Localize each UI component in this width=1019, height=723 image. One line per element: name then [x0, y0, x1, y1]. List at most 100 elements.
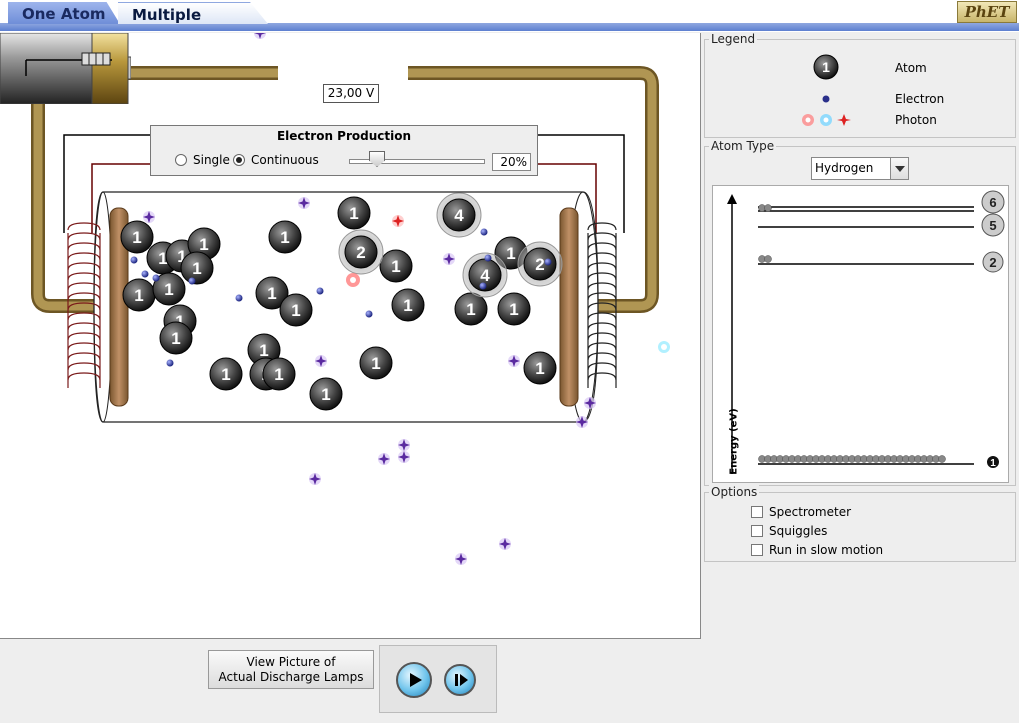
legend-electron-label: Electron: [895, 92, 945, 106]
tube-atom: 1: [159, 321, 193, 355]
tube-atom-label: 1: [466, 300, 475, 319]
legend-atom-label: Atom: [895, 61, 927, 75]
tube-atom: 1: [180, 251, 214, 285]
photon: [499, 538, 511, 550]
tab-multiple-atoms[interactable]: Multiple Atoms: [118, 2, 268, 24]
energy-axis-label: Energy (eV): [728, 408, 740, 475]
electron: [480, 228, 488, 236]
chevron-down-icon[interactable]: [890, 158, 908, 179]
spectrometer-checkbox[interactable]: [751, 506, 763, 518]
tube-atom-label: 2: [356, 243, 365, 262]
legend-photon-label: Photon: [895, 113, 937, 127]
tube-atom: 1: [523, 351, 557, 385]
continuous-radio[interactable]: [233, 154, 245, 166]
tube-atom: 1: [120, 220, 154, 254]
tube-atom-label: 1: [535, 359, 544, 378]
electron: [365, 310, 373, 318]
electron: [484, 254, 492, 262]
tube-atom-label: 2: [535, 255, 544, 274]
photon: [443, 253, 455, 265]
tab-bar-divider: [0, 23, 1019, 31]
atom-type-select[interactable]: Hydrogen: [811, 157, 909, 180]
tube-atom-label: 1: [371, 354, 380, 373]
level-5-badge: 5: [989, 218, 996, 233]
svg-text:1: 1: [822, 59, 830, 75]
electron: [479, 282, 487, 290]
single-radio-option[interactable]: Single: [175, 153, 230, 167]
electron-rate-field[interactable]: 20%: [492, 153, 531, 171]
step-icon: [455, 674, 468, 686]
photon-red-glow: [346, 273, 360, 287]
energy-level-diagram: 5 6 2 1 Energy (eV): [712, 185, 1009, 483]
squiggles-option[interactable]: Squiggles: [751, 524, 827, 538]
tube-atom: 1: [209, 357, 243, 391]
right-electrode: [559, 207, 579, 407]
tube-atom: 1: [497, 292, 531, 326]
photon: [584, 397, 596, 409]
photon: [455, 553, 467, 565]
level-2-badge: 2: [989, 255, 996, 270]
tube-atom-label: 1: [506, 244, 515, 263]
electron: [316, 287, 324, 295]
electron: [166, 359, 174, 367]
tube-atom-label: 1: [259, 341, 268, 360]
simulation-canvas: 11111111111111111111111112244 23,00 V El…: [0, 33, 701, 639]
tube-atom: 2: [338, 229, 384, 275]
battery[interactable]: [0, 33, 131, 104]
options-title: Options: [709, 485, 760, 499]
tube-atom-label: 1: [509, 300, 518, 319]
atom-type-selected: Hydrogen: [815, 161, 874, 175]
tube-atom-label: 1: [164, 280, 173, 299]
slow-motion-checkbox[interactable]: [751, 544, 763, 556]
tube-atom: 4: [436, 192, 482, 238]
phet-logo[interactable]: PhET: [957, 1, 1017, 23]
photon: [143, 211, 155, 223]
lamps-button-line1: View Picture of: [246, 655, 336, 669]
tube-atom-label: 1: [192, 259, 201, 278]
level-6-badge: 6: [989, 195, 996, 210]
electron-rate-slider-knob[interactable]: [369, 151, 385, 167]
tube-atom-label: 1: [291, 301, 300, 320]
electron: [188, 277, 196, 285]
legend-title: Legend: [709, 32, 758, 46]
legend-atom-icon: 1: [813, 54, 839, 80]
play-icon: [410, 673, 422, 687]
squiggles-checkbox[interactable]: [751, 525, 763, 537]
electron: [130, 256, 138, 264]
electron-production-panel: Electron Production Single Continuous 20…: [150, 125, 538, 176]
discharge-tube-scene: 11111111111111111111111112244: [31, 33, 659, 565]
tab-bar: One Atom Multiple Atoms PhET: [0, 0, 1019, 32]
tube-atom: 1: [262, 357, 296, 391]
tube-atom-label: 1: [280, 228, 289, 247]
tube-atom: 1: [279, 293, 313, 327]
tube-atom-label: 1: [274, 365, 283, 384]
legend-panel: Legend 1 Atom Electron Photon: [704, 32, 1016, 138]
tube-atom-label: 1: [199, 235, 208, 254]
continuous-radio-option[interactable]: Continuous: [233, 153, 319, 167]
atom-type-panel: Atom Type Hydrogen 5 6 2 1 Energy (eV): [704, 139, 1016, 486]
energy-levels: 5 6 2 1: [727, 190, 1005, 474]
voltage-readout: 23,00 V: [323, 84, 379, 103]
photon: [398, 451, 410, 463]
play-button[interactable]: [396, 662, 432, 698]
view-discharge-lamps-button[interactable]: View Picture of Actual Discharge Lamps: [208, 650, 374, 689]
tube-atom-label: 1: [349, 204, 358, 223]
electron-production-title: Electron Production: [276, 129, 412, 143]
slow-motion-option[interactable]: Run in slow motion: [751, 543, 883, 557]
spectrometer-label: Spectrometer: [769, 505, 852, 519]
photon: [392, 215, 404, 227]
spectrometer-option[interactable]: Spectrometer: [751, 505, 851, 519]
options-panel: Options Spectrometer Squiggles Run in sl…: [704, 485, 1016, 562]
tube-atom: 1: [337, 196, 371, 230]
step-button[interactable]: [444, 664, 476, 696]
tube-atom: 1: [379, 249, 413, 283]
tab-one-atom[interactable]: One Atom: [8, 2, 120, 24]
tube-atom: 1: [454, 292, 488, 326]
photon-cyan: [658, 341, 670, 353]
tube-atom-label: 1: [221, 365, 230, 384]
legend-photon-icons: [802, 114, 851, 126]
tube-atom: 1: [391, 288, 425, 322]
single-radio[interactable]: [175, 154, 187, 166]
tube-atom-label: 1: [267, 284, 276, 303]
photon: [576, 416, 588, 428]
